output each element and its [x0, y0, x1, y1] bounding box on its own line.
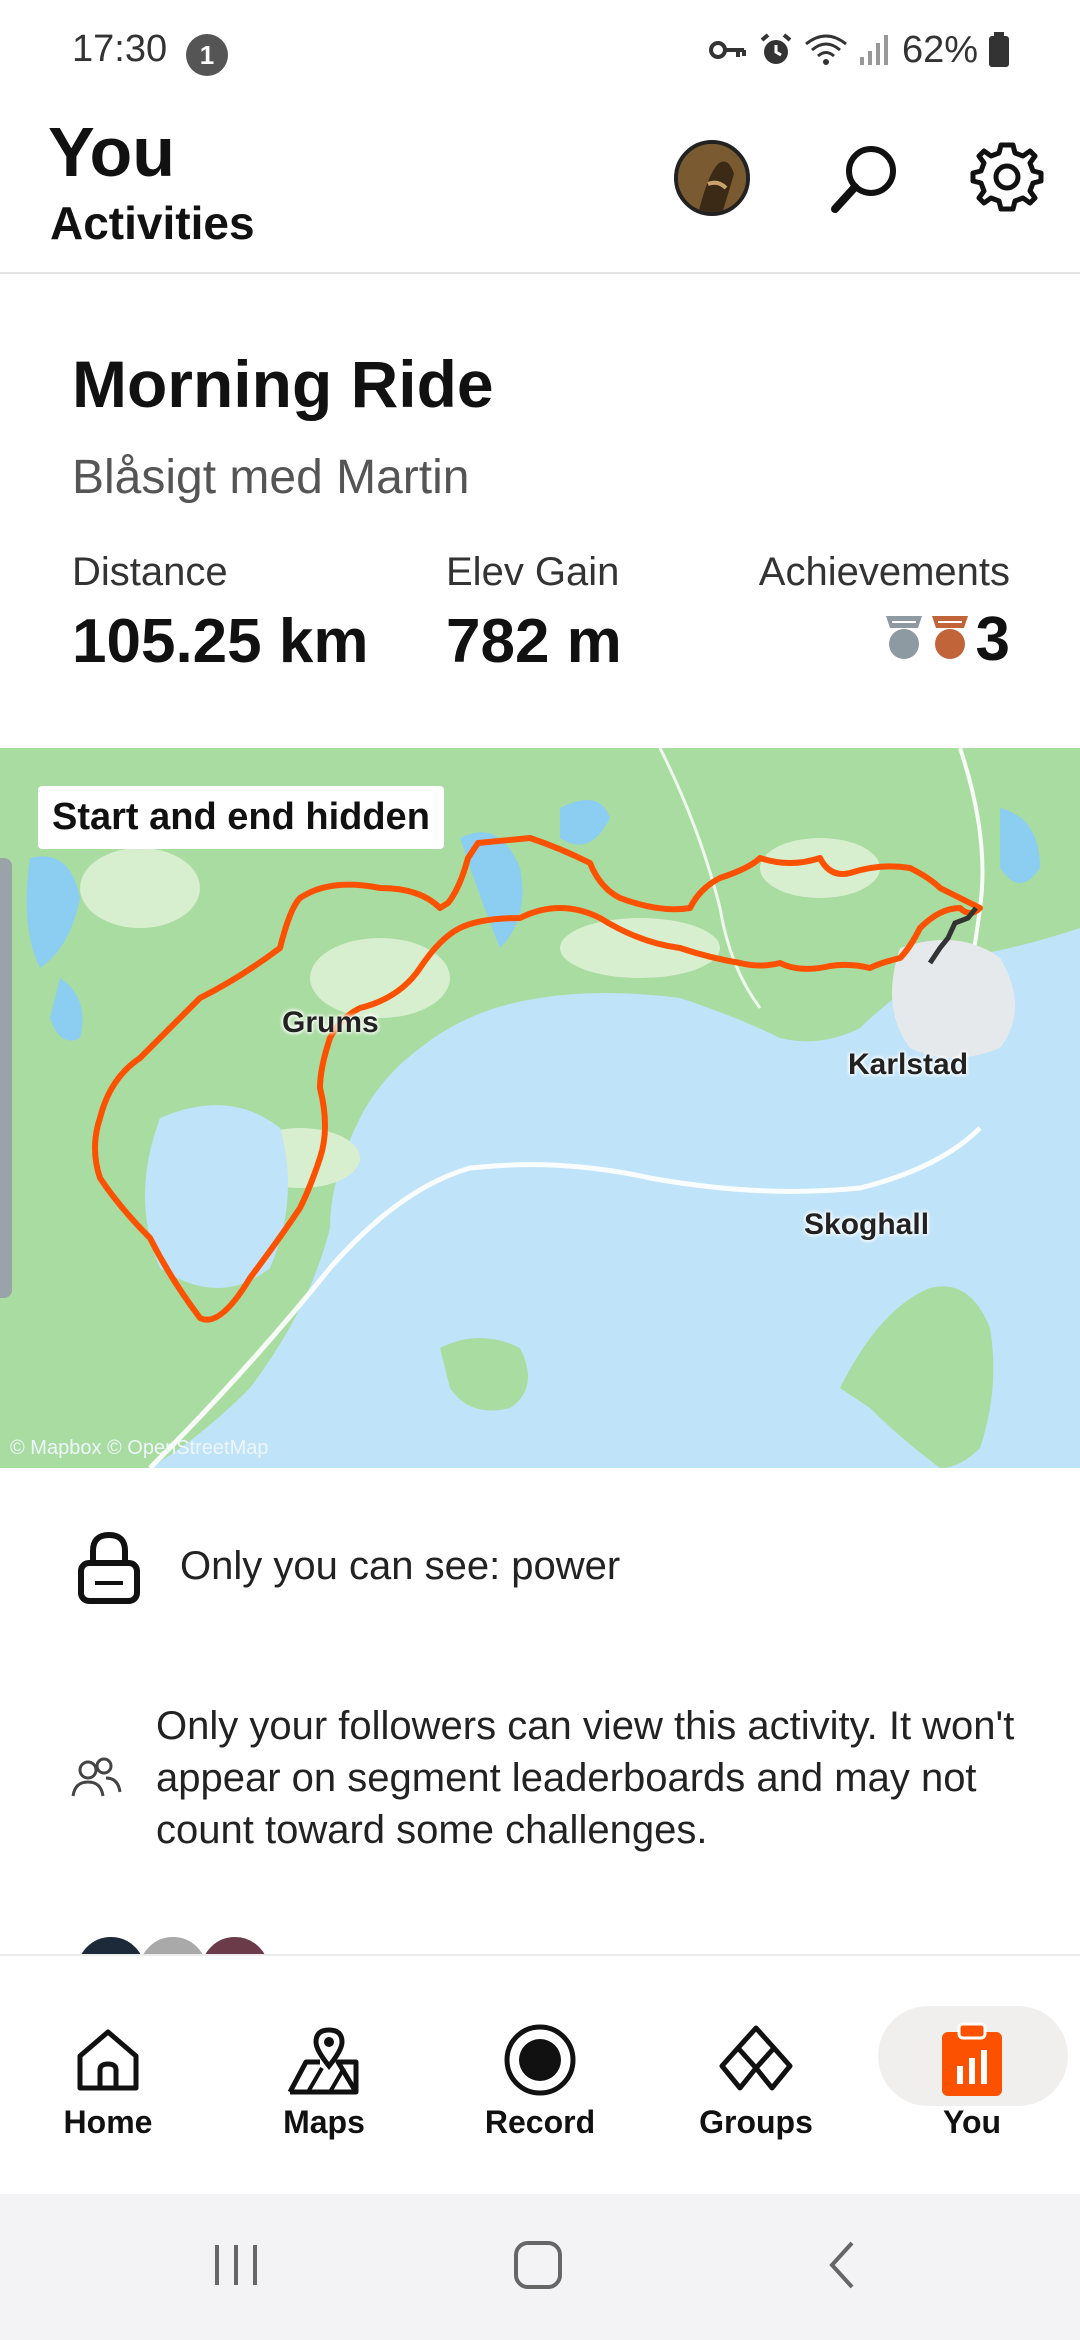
recent-apps-icon — [211, 2241, 261, 2294]
bottom-navigation: Home Maps Record Groups You — [0, 1954, 1080, 2194]
nav-groups-label: Groups — [699, 2104, 813, 2140]
elev-gain-label: Elev Gain — [446, 550, 620, 594]
distance-label: Distance — [72, 550, 228, 594]
elev-gain-value: 782 m — [446, 607, 622, 676]
page-title: You — [48, 113, 176, 191]
activity-title[interactable]: Morning Ride — [72, 346, 494, 422]
nav-groups[interactable]: Groups — [648, 1956, 864, 2196]
nav-home[interactable]: Home — [0, 1956, 216, 2196]
record-icon — [500, 2020, 580, 2100]
groups-icon — [716, 2020, 796, 2100]
map-background — [0, 748, 1080, 1468]
back-button[interactable] — [802, 2234, 882, 2300]
map-attribution: © Mapbox © OpenStreetMap — [10, 1437, 269, 1459]
nav-maps[interactable]: Maps — [216, 1956, 432, 2196]
map-drag-handle[interactable] — [0, 858, 12, 1298]
wifi-icon — [804, 32, 848, 68]
lock-icon — [72, 1522, 146, 1612]
nav-you-label: You — [942, 2104, 1002, 2140]
achievements-count: 3 — [975, 605, 1010, 674]
maps-icon — [284, 2020, 364, 2100]
vpn-key-icon — [708, 35, 748, 65]
gear-icon — [969, 139, 1045, 220]
activity-map[interactable]: Start and end hidden Grums Karlstad Skog… — [0, 748, 1080, 1468]
profile-avatar[interactable] — [674, 140, 750, 216]
search-button[interactable] — [822, 136, 908, 222]
map-place-karlstad: Karlstad — [848, 1048, 969, 1081]
start-end-hidden-label: Start and end hidden — [38, 786, 444, 849]
recent-apps-button[interactable] — [196, 2234, 276, 2300]
power-visibility-text: Only you can see: power — [180, 1544, 621, 1588]
alarm-icon — [758, 32, 794, 68]
status-bar: 17:30 1 62% — [0, 0, 1080, 100]
status-time: 17:30 — [72, 28, 168, 70]
signal-icon — [858, 33, 892, 67]
silver-medal-icon — [882, 612, 926, 667]
notification-count-badge: 1 — [186, 34, 228, 76]
status-icons: 62% — [708, 26, 1010, 74]
home-square-icon — [512, 2239, 564, 2296]
achievements-label: Achievements — [758, 550, 1010, 594]
map-place-skoghall: Skoghall — [804, 1208, 930, 1241]
activity-description: Blåsigt med Martin — [72, 451, 470, 504]
distance-value: 105.25 km — [72, 607, 369, 676]
home-icon — [68, 2020, 148, 2100]
app-header: You Activities — [0, 100, 1080, 274]
nav-home-label: Home — [63, 2104, 153, 2140]
followers-visibility-text: Only your followers can view this activi… — [156, 1704, 1015, 1852]
followers-icon — [68, 1750, 124, 1806]
battery-percentage: 62% — [901, 28, 978, 71]
system-navigation-bar — [0, 2194, 1080, 2340]
nav-record[interactable]: Record — [432, 1956, 648, 2196]
settings-button[interactable] — [964, 136, 1050, 222]
bronze-medal-icon — [928, 612, 972, 667]
nav-you[interactable]: You — [864, 1956, 1080, 2196]
achievements-value[interactable]: 3 — [882, 604, 1010, 675]
battery-icon — [988, 32, 1010, 68]
search-icon — [825, 137, 905, 222]
nav-maps-label: Maps — [283, 2104, 365, 2140]
nav-record-label: Record — [484, 2104, 596, 2140]
map-place-grums: Grums — [282, 1006, 379, 1039]
you-icon — [932, 2020, 1012, 2100]
home-system-button[interactable] — [498, 2234, 578, 2300]
back-chevron-icon — [822, 2239, 862, 2296]
page-subtitle: Activities — [50, 197, 255, 249]
